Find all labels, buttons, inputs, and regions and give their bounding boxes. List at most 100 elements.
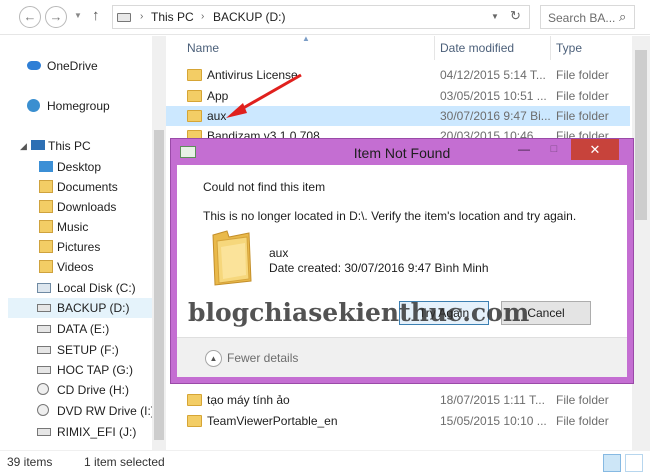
- item-date-created: Date created: 30/07/2016 9:47 Bình Minh: [269, 261, 489, 275]
- windows-drive-icon: [37, 283, 51, 293]
- file-name: Antivirus License: [207, 68, 298, 82]
- folder-icon: [187, 69, 202, 81]
- column-header-name[interactable]: Name: [187, 36, 219, 60]
- folder-icon: [187, 90, 202, 102]
- nav-item-backup-d[interactable]: BACKUP (D:): [8, 298, 152, 318]
- nav-item-onedrive[interactable]: OneDrive: [0, 56, 152, 76]
- cloud-icon: [27, 61, 41, 70]
- address-bar-area: ← → ▼ ↑ › This PC › BACKUP (D:) ▼ ↻ Sear…: [0, 0, 650, 35]
- file-date: 04/12/2015 5:14 T...: [440, 68, 546, 82]
- dvd-drive-icon: [37, 404, 49, 416]
- chevron-up-icon[interactable]: ▲: [205, 350, 222, 367]
- file-list-scrollbar-thumb[interactable]: [635, 50, 647, 220]
- nav-item-this-pc[interactable]: ◢ This PC: [0, 136, 152, 156]
- nav-label: CD Drive (H:): [57, 383, 129, 397]
- nav-label: OneDrive: [47, 59, 98, 73]
- file-name: aux: [207, 109, 227, 123]
- pictures-folder-icon: [39, 240, 53, 253]
- nav-label: BACKUP (D:): [57, 301, 130, 315]
- file-list-scrollbar[interactable]: [632, 36, 650, 450]
- file-date: 30/07/2016 9:47 Bi...: [440, 109, 551, 123]
- desktop-folder-icon: [39, 161, 53, 172]
- breadcrumb-separator-icon[interactable]: ›: [140, 11, 143, 22]
- nav-item-local-disk-c[interactable]: Local Disk (C:): [0, 278, 152, 298]
- nav-item-dvd-rw-drive-i[interactable]: DVD RW Drive (I:) I: [0, 401, 161, 421]
- nav-label: Local Disk (C:): [57, 281, 136, 295]
- selection-count: 1 item selected: [84, 455, 165, 469]
- file-date: 03/05/2015 10:51 ...: [440, 89, 547, 103]
- nav-label: Pictures: [57, 240, 101, 254]
- nav-item-setup-f[interactable]: SETUP (F:): [0, 340, 152, 360]
- item-not-found-dialog: Item Not Found — □ ✕ Could not find this…: [170, 138, 634, 384]
- file-row[interactable]: Antivirus License 04/12/2015 5:14 T... F…: [166, 65, 630, 85]
- back-button[interactable]: ←: [19, 6, 41, 28]
- forward-button[interactable]: →: [45, 6, 67, 28]
- drive-icon: [37, 366, 51, 374]
- maximize-button[interactable]: □: [541, 140, 567, 160]
- column-divider[interactable]: [434, 36, 435, 60]
- nav-item-downloads[interactable]: Downloads: [0, 197, 152, 217]
- file-row[interactable]: App 03/05/2015 10:51 ... File folder: [166, 86, 630, 106]
- recent-locations-icon[interactable]: ▼: [74, 11, 82, 20]
- nav-item-videos[interactable]: Videos: [0, 257, 152, 277]
- details-view-icon[interactable]: [603, 454, 621, 472]
- documents-folder-icon: [39, 180, 53, 193]
- breadcrumb-backup[interactable]: BACKUP (D:): [213, 10, 285, 24]
- drive-icon: [117, 13, 131, 22]
- watermark: blogchiasekienthuc.com: [188, 298, 530, 327]
- nav-label: Desktop: [57, 160, 102, 174]
- computer-icon: [31, 140, 45, 150]
- drive-icon: [37, 346, 51, 354]
- folder-icon: [187, 394, 202, 406]
- large-icons-view-icon[interactable]: [625, 454, 643, 472]
- nav-item-cd-drive-h[interactable]: CD Drive (H:): [0, 380, 152, 400]
- file-row[interactable]: tạo máy tính ảo 18/07/2015 1:11 T... Fil…: [166, 390, 630, 410]
- nav-scrollbar[interactable]: [152, 36, 166, 450]
- drive-icon: [37, 304, 51, 312]
- column-header-date[interactable]: Date modified: [440, 36, 514, 60]
- file-type: File folder: [556, 89, 609, 103]
- search-input[interactable]: Search BA... ⌕: [540, 5, 635, 29]
- nav-item-rimix-efi-j[interactable]: RIMIX_EFI (J:): [0, 422, 152, 442]
- breadcrumb-separator-icon[interactable]: ›: [201, 11, 204, 22]
- nav-item-desktop[interactable]: Desktop: [0, 157, 152, 177]
- file-type: File folder: [556, 68, 609, 82]
- sort-ascending-icon: ▲: [302, 34, 310, 43]
- refresh-icon[interactable]: ↻: [510, 8, 521, 24]
- dialog-heading: Could not find this item: [203, 180, 326, 194]
- nav-item-homegroup[interactable]: Homegroup: [0, 96, 152, 116]
- file-date: 18/07/2015 1:11 T...: [440, 393, 545, 407]
- file-type: File folder: [556, 109, 609, 123]
- file-type: File folder: [556, 393, 609, 407]
- address-field[interactable]: › This PC › BACKUP (D:) ▼ ↻: [112, 5, 530, 29]
- videos-folder-icon: [39, 260, 53, 273]
- nav-item-pictures[interactable]: Pictures: [0, 237, 152, 257]
- dialog-titlebar[interactable]: Item Not Found — □ ✕: [171, 139, 633, 165]
- expand-arrow-icon[interactable]: ◢: [20, 136, 27, 156]
- folder-icon: [187, 415, 202, 427]
- nav-item-documents[interactable]: Documents: [0, 177, 152, 197]
- nav-label: Homegroup: [47, 99, 110, 113]
- dialog-body: Could not find this item This is no long…: [177, 165, 627, 377]
- up-button[interactable]: ↑: [92, 7, 100, 24]
- nav-label: Downloads: [57, 200, 117, 214]
- drive-icon: [37, 428, 51, 436]
- column-header-type[interactable]: Type: [556, 36, 582, 60]
- music-folder-icon: [39, 220, 53, 233]
- close-button[interactable]: ✕: [571, 139, 619, 160]
- chevron-down-icon[interactable]: ▼: [491, 12, 499, 21]
- breadcrumb-this-pc[interactable]: This PC: [151, 10, 194, 24]
- homegroup-icon: [27, 99, 40, 112]
- nav-scrollbar-thumb[interactable]: [154, 130, 164, 440]
- nav-item-music[interactable]: Music: [0, 217, 152, 237]
- file-row[interactable]: TeamViewerPortable_en 15/05/2015 10:10 .…: [166, 411, 630, 431]
- search-icon[interactable]: ⌕: [619, 9, 626, 25]
- file-row-selected[interactable]: aux 30/07/2016 9:47 Bi... File folder: [166, 106, 630, 126]
- navigation-pane: OneDrive Homegroup ◢ This PC Desktop Doc…: [0, 36, 166, 450]
- nav-item-data-e[interactable]: DATA (E:): [0, 319, 152, 339]
- nav-item-hoc-tap-g[interactable]: HOC TAP (G:): [0, 360, 152, 380]
- file-date: 15/05/2015 10:10 ...: [440, 414, 547, 428]
- minimize-button[interactable]: —: [511, 140, 537, 160]
- fewer-details-toggle[interactable]: Fewer details: [227, 351, 298, 365]
- column-divider[interactable]: [550, 36, 551, 60]
